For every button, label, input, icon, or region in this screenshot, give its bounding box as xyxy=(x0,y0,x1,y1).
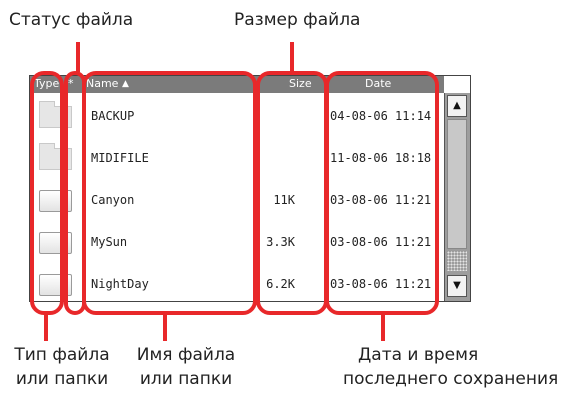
scroll-thumb[interactable] xyxy=(447,119,467,249)
highlight-type-column xyxy=(30,71,64,315)
leader-line-type xyxy=(44,313,48,341)
leader-line-status xyxy=(76,42,80,72)
highlight-name-column xyxy=(82,71,257,315)
scroll-down-button[interactable]: ▼ xyxy=(447,275,467,297)
leader-line-name xyxy=(163,313,167,341)
callout-file-name-line1: Имя файла xyxy=(136,345,236,365)
callout-file-type: Тип файла или папки xyxy=(8,343,116,391)
callout-file-size: Размер файла xyxy=(234,10,361,30)
scroll-track-texture xyxy=(447,251,467,271)
callout-file-name: Имя файла или папки xyxy=(128,343,244,391)
callout-date: Дата и время последнего сохранения xyxy=(343,343,558,391)
scroll-up-button[interactable]: ▲ xyxy=(447,95,467,117)
vertical-scrollbar[interactable]: ▲ ▼ xyxy=(444,93,470,301)
leader-line-size xyxy=(290,42,294,72)
callout-file-name-line2: или папки xyxy=(139,369,233,389)
callout-file-status: Статус файла xyxy=(9,10,134,30)
highlight-size-column xyxy=(256,71,328,315)
callout-date-line1: Дата и время xyxy=(358,345,479,365)
callout-file-type-line2: или папки xyxy=(15,369,109,389)
highlight-date-column xyxy=(325,71,439,315)
leader-line-date xyxy=(381,313,385,341)
callout-date-line2: последнего сохранения xyxy=(343,369,559,389)
callout-file-type-line1: Тип файла xyxy=(14,345,110,365)
